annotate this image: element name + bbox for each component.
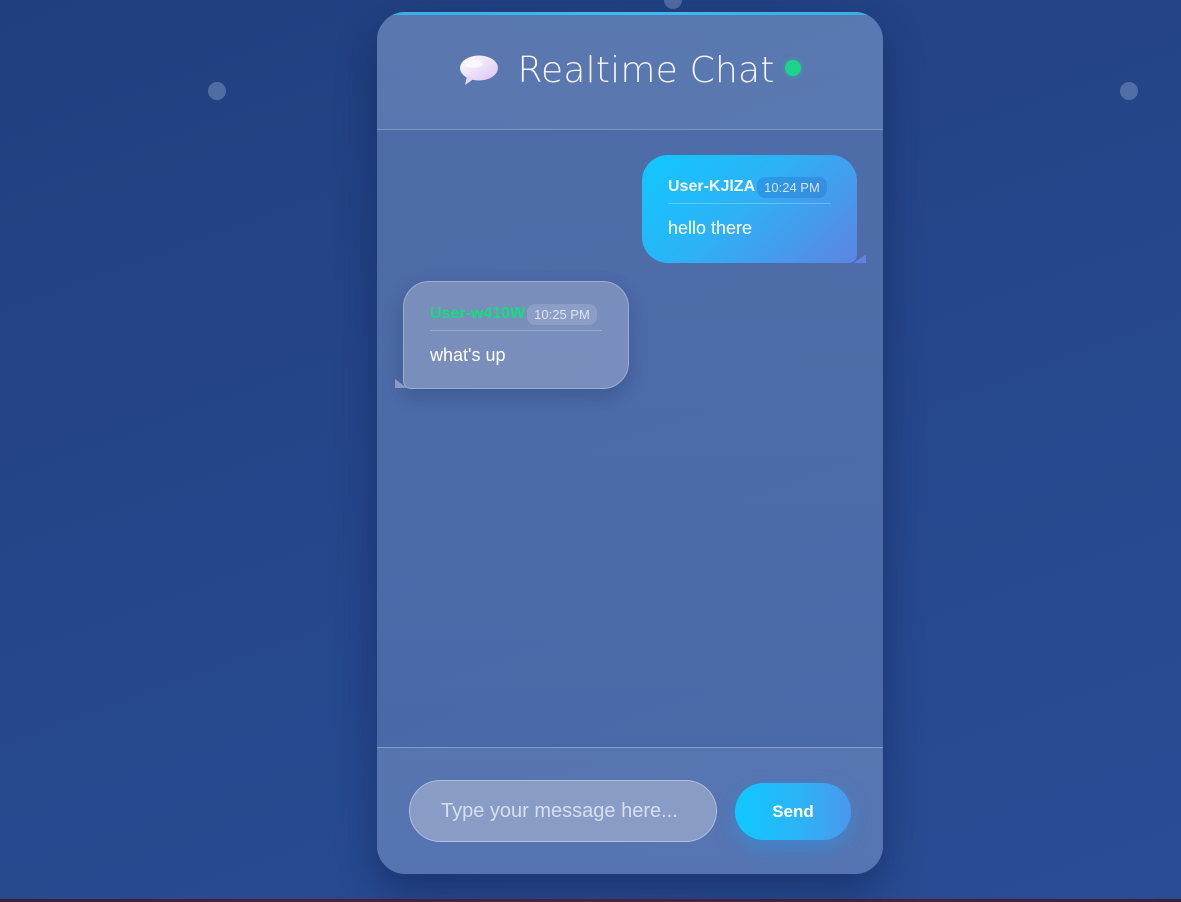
bubble-tail <box>395 379 407 388</box>
message-timestamp: 10:24 PM <box>757 176 827 198</box>
message-bubble-other: User-w410W 10:25 PM what's up <box>395 281 629 389</box>
send-button[interactable]: Send <box>735 783 851 840</box>
message-list[interactable]: User-KJlZA 10:24 PM hello there User-w41… <box>377 130 883 746</box>
message-meta: User-KJlZA 10:24 PM <box>668 171 831 204</box>
chat-title: Realtime Chat <box>517 50 775 91</box>
background-dot <box>664 0 682 9</box>
online-status-indicator <box>784 59 801 76</box>
message-text: hello there <box>668 218 753 238</box>
message-bubble-own: User-KJlZA 10:24 PM hello there <box>642 155 866 263</box>
bubble-tail <box>854 254 866 263</box>
message-meta: User-w410W 10:25 PM <box>430 298 602 331</box>
background-dot <box>208 82 226 100</box>
message-input[interactable] <box>409 780 717 842</box>
message-composer: Send <box>377 747 883 874</box>
chat-window: Realtime Chat User-KJlZA 10:24 PM hello … <box>377 12 883 874</box>
background-dot <box>1120 82 1138 100</box>
chat-header: Realtime Chat <box>377 12 883 130</box>
message-username: User-w410W <box>430 305 526 322</box>
message-timestamp: 10:25 PM <box>527 303 597 325</box>
message-text: what's up <box>430 345 506 365</box>
message-username: User-KJlZA <box>668 178 756 195</box>
speech-bubble-icon <box>459 54 499 86</box>
